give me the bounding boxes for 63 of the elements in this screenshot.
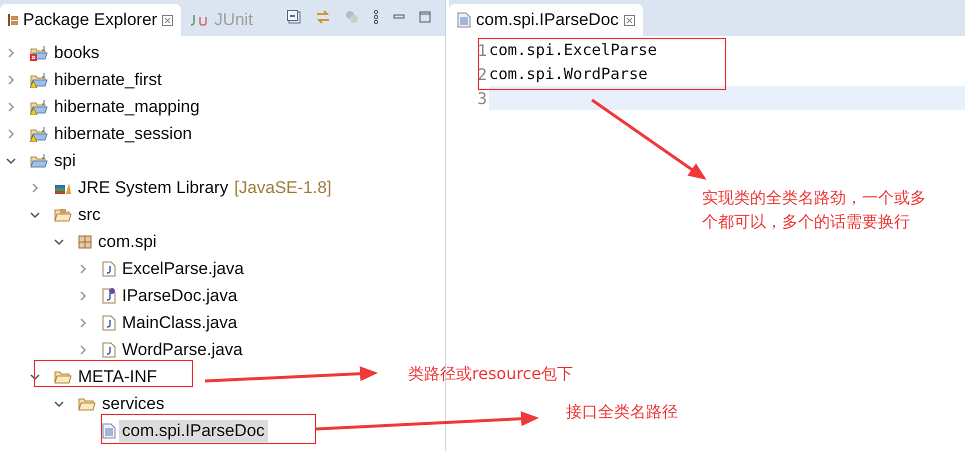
- tree-item[interactable]: WordParse.java: [119, 338, 246, 360]
- code-line: com.spi.WordParse: [488, 65, 648, 83]
- java-file-icon: [102, 314, 116, 330]
- tree-item[interactable]: hibernate_first: [51, 68, 165, 90]
- text-file-icon: [102, 422, 116, 438]
- tree-item[interactable]: com.spi.IParseDoc: [119, 420, 268, 442]
- project-warning-icon: [30, 98, 48, 114]
- collapse-chevron-icon[interactable]: [54, 398, 64, 408]
- annotation-note: 类路径或resource包下: [408, 363, 574, 385]
- package-icon: [78, 234, 92, 248]
- line-number: 3: [476, 88, 487, 108]
- tree-item[interactable]: hibernate_mapping: [51, 96, 203, 118]
- interface-file-icon: [102, 288, 116, 304]
- close-icon[interactable]: [624, 14, 635, 26]
- tree-item[interactable]: spi: [51, 150, 79, 172]
- collapse-chevron-icon[interactable]: [54, 236, 64, 246]
- expand-chevron-icon[interactable]: [6, 128, 16, 138]
- folder-icon: [54, 206, 72, 222]
- java-file-icon: [102, 342, 116, 358]
- view-tab[interactable]: Package Explorer: [0, 4, 182, 36]
- code-line: com.spi.ExcelParse: [488, 41, 657, 59]
- link-icon[interactable]: [315, 10, 331, 24]
- annotation-note: 接口全类名路径: [566, 401, 678, 423]
- tree-item[interactable]: IParseDoc.java: [119, 284, 240, 306]
- tree-item[interactable]: books: [51, 42, 102, 64]
- close-icon[interactable]: [162, 14, 174, 26]
- expand-chevron-icon[interactable]: [78, 318, 88, 328]
- tree-item[interactable]: src: [75, 204, 104, 226]
- collapse-chevron-icon[interactable]: [30, 372, 40, 382]
- tree-item[interactable]: hibernate_session: [51, 122, 195, 144]
- editor-tab[interactable]: com.spi.IParseDoc: [449, 4, 643, 36]
- tree-item[interactable]: JRE System Library: [75, 176, 232, 198]
- project-warning-icon: [30, 126, 48, 142]
- tree-item[interactable]: META-INF: [75, 366, 160, 388]
- expand-chevron-icon[interactable]: [6, 102, 16, 112]
- tree-item[interactable]: ExcelParse.java: [119, 258, 247, 280]
- java-file-icon: [102, 260, 116, 276]
- folder-icon: [78, 396, 96, 412]
- tree-item[interactable]: MainClass.java: [119, 312, 240, 334]
- line-number: 2: [476, 64, 487, 84]
- expand-chevron-icon[interactable]: [78, 290, 88, 300]
- collapse-all-icon[interactable]: [287, 10, 301, 24]
- expand-chevron-icon[interactable]: [30, 182, 40, 192]
- view-menu-icon[interactable]: [373, 10, 379, 24]
- library-version: [JavaSE-1.8]: [234, 178, 332, 198]
- annotation-note: 实现类的全类名路劲，一个或多个都可以，多个的话需要换行: [702, 187, 927, 233]
- folder-icon: [54, 368, 72, 384]
- tree-item[interactable]: com.spi: [95, 230, 160, 252]
- project-icon: [30, 152, 48, 168]
- expand-chevron-icon[interactable]: [6, 48, 16, 58]
- line-number: 1: [476, 40, 487, 60]
- text-file-icon: [457, 12, 471, 28]
- expand-chevron-icon[interactable]: [78, 344, 88, 354]
- tree-item[interactable]: services: [99, 392, 168, 414]
- maximize-icon[interactable]: [419, 11, 431, 23]
- package-explorer-icon: [8, 14, 18, 26]
- expand-chevron-icon[interactable]: [6, 74, 16, 84]
- project-error-icon: [30, 44, 48, 60]
- project-warning-icon: [30, 72, 48, 88]
- expand-chevron-icon[interactable]: [78, 264, 88, 274]
- collapse-chevron-icon[interactable]: [6, 156, 16, 166]
- junit-icon: [189, 14, 210, 26]
- collapse-chevron-icon[interactable]: [30, 210, 40, 220]
